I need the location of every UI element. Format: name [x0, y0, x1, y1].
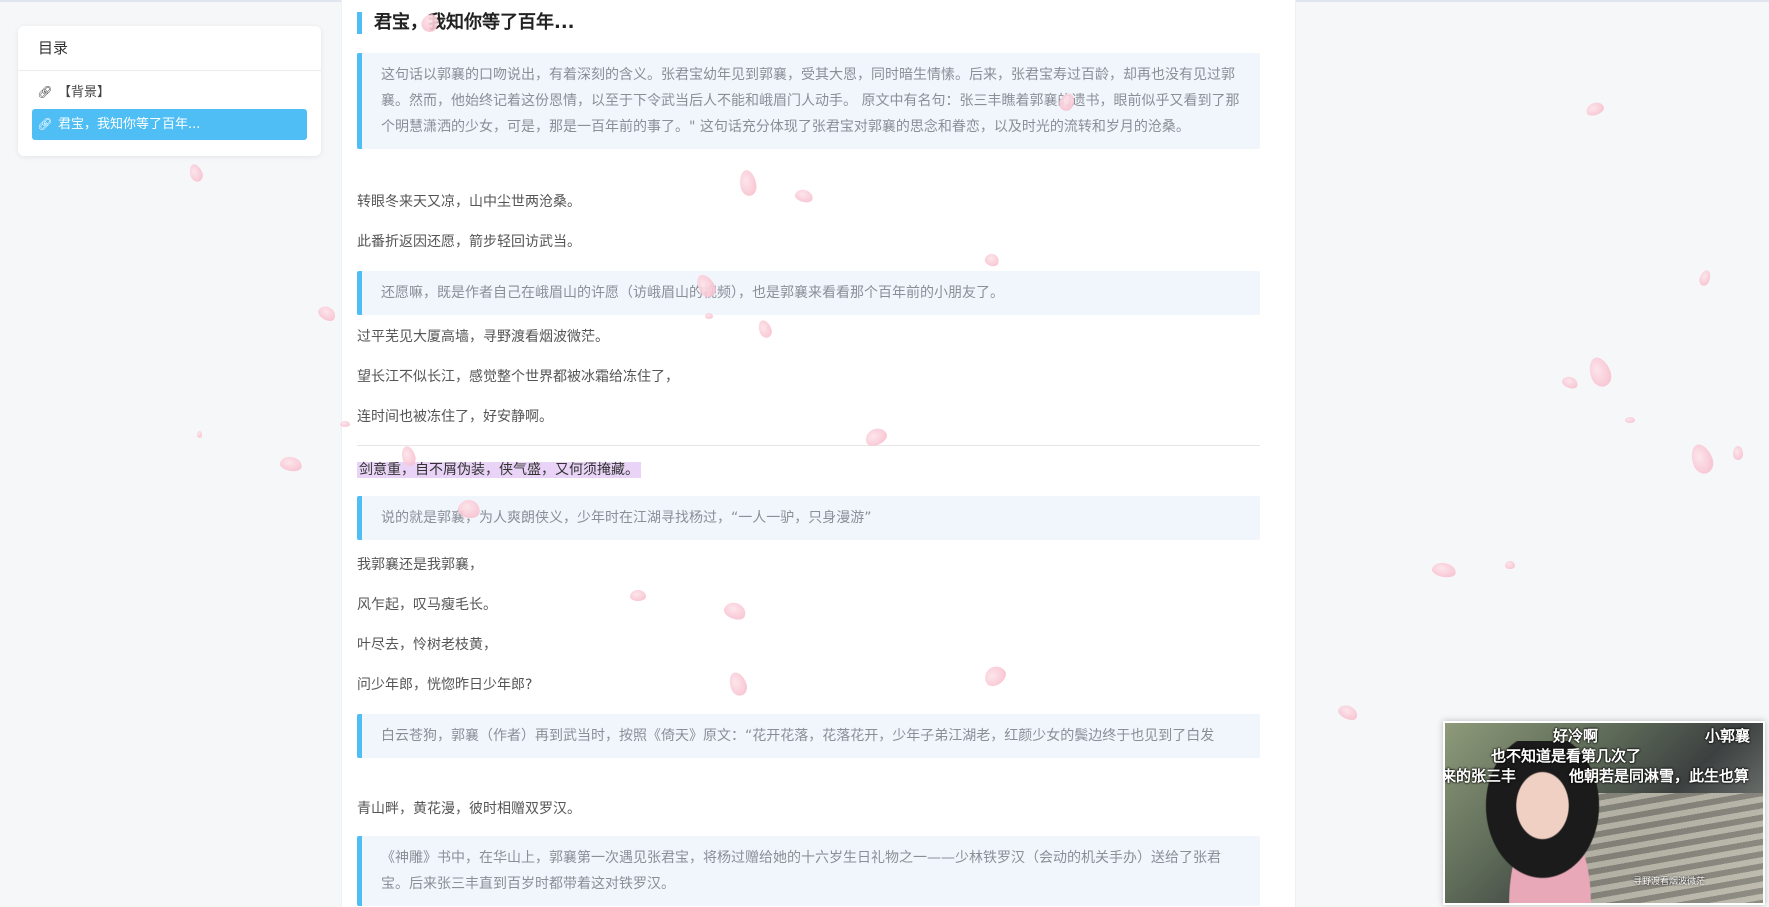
blockquote: 还愿嘛，既是作者自己在峨眉山的许愿（访峨眉山的视频），也是郭襄来看看那个百年前的… — [357, 271, 1260, 315]
danmaku-comment: 来的张三丰 — [1443, 767, 1517, 785]
petal — [1584, 100, 1606, 118]
link-icon: 🔗︎ — [37, 117, 53, 131]
danmaku-comment: 也不知道是看第几次了 — [1491, 747, 1642, 765]
toc-item-background[interactable]: 🔗︎ 【背景】 — [32, 77, 307, 108]
paragraph: 过平芜见大厦高墙，寻野渡看烟波微茫。 — [357, 329, 609, 345]
paragraph: 问少年郎，恍惚昨日少年郎? — [357, 677, 533, 693]
blockquote: 白云苍狗，郭襄（作者）再到武当时，按照《倚天》原文：“花开花落，花落花开，少年子… — [357, 714, 1260, 758]
divider — [357, 445, 1260, 446]
petal — [197, 431, 202, 438]
petal — [705, 313, 713, 319]
petal — [187, 162, 205, 184]
toc-item-junbao[interactable]: 🔗︎ 君宝，我知你等了百年... — [32, 109, 307, 140]
video-subtitle: 寻野渡看烟波微茫 — [1633, 877, 1706, 887]
petal — [1560, 374, 1580, 391]
danmaku-comment: 他朝若是同淋雪，此生也算 — [1569, 767, 1750, 785]
petal — [1687, 441, 1717, 477]
paragraph: 连时间也被冻住了，好安静啊。 — [357, 409, 553, 425]
toc-title: 目录 — [18, 26, 321, 71]
blockquote: 《神雕》书中，在华山上，郭襄第一次遇见张君宝，将杨过赠给她的十六岁生日礼物之一—… — [357, 836, 1260, 906]
section-heading: 君宝，我知你等了百年... — [357, 12, 575, 34]
blockquote: 这句话以郭襄的口吻说出，有着深刻的含义。张君宝幼年见到郭襄，受其大恩，同时暗生情… — [357, 53, 1260, 149]
link-icon: 🔗︎ — [37, 85, 53, 99]
paragraph: 转眼冬来天又凉，山中尘世两沧桑。 — [357, 194, 581, 210]
petal — [1430, 561, 1458, 579]
highlight-text: 剑意重，自不屑伪装，侠气盛，又何须掩藏。 — [357, 462, 641, 478]
petal — [1733, 446, 1743, 460]
petal — [1505, 561, 1515, 569]
petal — [278, 455, 304, 473]
petal — [1336, 702, 1360, 723]
paragraph: 风乍起，叹马瘦毛长。 — [357, 597, 497, 613]
petal — [1697, 268, 1713, 288]
highlighted-paragraph: 剑意重，自不屑伪装，侠气盛，又何须掩藏。 — [357, 460, 641, 480]
paragraph: 此番折返因还愿，箭步轻回访武当。 — [357, 234, 581, 250]
paragraph: 青山畔，黄花漫，彼时相赠双罗汉。 — [357, 801, 581, 817]
danmaku-comment: 好冷啊 — [1553, 727, 1599, 745]
table-of-contents: 目录 🔗︎ 【背景】 🔗︎ 君宝，我知你等了百年... — [18, 26, 321, 156]
toc-item-label: 君宝，我知你等了百年... — [58, 117, 201, 132]
petal — [315, 303, 339, 324]
floating-video-player[interactable]: 好冷啊 小郭襄 也不知道是看第几次了 来的张三丰 他朝若是同淋雪，此生也算 寻野… — [1443, 721, 1765, 905]
article-content: 君宝，我知你等了百年... 这句话以郭襄的口吻说出，有着深刻的含义。张君宝幼年见… — [341, 0, 1296, 907]
paragraph: 叶尽去，怜树老枝黄， — [357, 637, 497, 653]
petal — [1585, 354, 1615, 390]
danmaku-comment: 小郭襄 — [1705, 727, 1751, 745]
toc-item-label: 【背景】 — [58, 85, 111, 100]
petal — [1625, 417, 1635, 423]
petal — [340, 421, 350, 427]
paragraph: 我郭襄还是我郭襄， — [357, 557, 483, 573]
blockquote: 说的就是郭襄，为人爽朗侠义，少年时在江湖寻找杨过，“一人一驴，只身漫游” — [357, 496, 1260, 540]
paragraph: 望长江不似长江，感觉整个世界都被冰霜给冻住了， — [357, 369, 679, 385]
petal — [630, 590, 646, 601]
